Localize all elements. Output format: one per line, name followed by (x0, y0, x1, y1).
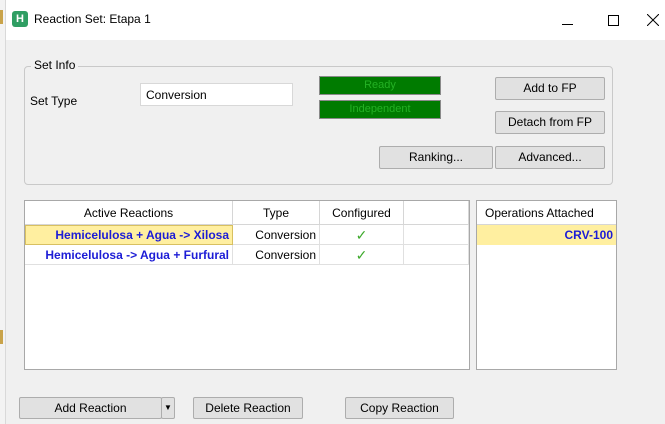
empty-cell (404, 245, 469, 265)
maximize-icon (608, 15, 619, 26)
column-header-configured[interactable]: Configured (320, 201, 404, 225)
set-type-field[interactable]: Conversion (140, 83, 293, 106)
edge-marker (0, 10, 3, 24)
add-to-fp-button[interactable]: Add to FP (495, 77, 605, 100)
reaction-type-cell[interactable]: Conversion (233, 245, 320, 265)
advanced-button[interactable]: Advanced... (495, 146, 605, 169)
configured-cell[interactable]: ✓ (320, 225, 404, 245)
reaction-name-cell[interactable]: Hemicelulosa -> Agua + Furfural (25, 245, 233, 265)
active-reactions-table[interactable]: Active Reactions Type Configured Hemicel… (24, 200, 470, 370)
add-reaction-button[interactable]: Add Reaction (19, 397, 162, 419)
delete-reaction-button[interactable]: Delete Reaction (193, 397, 303, 419)
reaction-name-cell[interactable]: Hemicelulosa + Agua -> Xilosa (25, 225, 233, 245)
checkmark-icon: ✓ (355, 227, 368, 243)
table-row[interactable]: Hemicelulosa + Agua -> Xilosa Conversion… (25, 225, 469, 245)
close-icon (647, 14, 659, 26)
detach-from-fp-button[interactable]: Detach from FP (495, 111, 605, 134)
table-row[interactable]: Hemicelulosa -> Agua + Furfural Conversi… (25, 245, 469, 265)
column-header-empty (404, 201, 469, 225)
window-title: Reaction Set: Etapa 1 (34, 12, 151, 26)
operations-attached-list[interactable]: Operations Attached CRV-100 (476, 200, 617, 370)
hysys-app-icon: H (12, 11, 28, 27)
minimize-icon (562, 24, 573, 25)
add-reaction-dropdown-button[interactable]: ▼ (161, 397, 175, 419)
operations-attached-header: Operations Attached (477, 201, 616, 225)
edge-marker (0, 330, 3, 344)
minimize-button[interactable] (545, 6, 591, 36)
list-item[interactable]: CRV-100 (477, 225, 616, 245)
title-bar[interactable]: H Reaction Set: Etapa 1 (6, 0, 665, 40)
empty-cell (404, 225, 469, 245)
reaction-type-cell[interactable]: Conversion (233, 225, 320, 245)
status-independent-indicator: Independent (319, 100, 441, 119)
set-info-group-label: Set Info (31, 58, 79, 72)
close-button[interactable] (631, 6, 665, 36)
dialog-client-area: Set Info Set Type Conversion Ready Indep… (6, 40, 665, 424)
column-header-type[interactable]: Type (233, 201, 320, 225)
chevron-down-icon: ▼ (164, 403, 172, 412)
set-type-label: Set Type (30, 94, 78, 108)
copy-reaction-button[interactable]: Copy Reaction (345, 397, 454, 419)
configured-cell[interactable]: ✓ (320, 245, 404, 265)
ranking-button[interactable]: Ranking... (379, 146, 493, 169)
status-ready-indicator: Ready (319, 76, 441, 95)
column-header-active-reactions[interactable]: Active Reactions (25, 201, 233, 225)
checkmark-icon: ✓ (355, 247, 368, 263)
